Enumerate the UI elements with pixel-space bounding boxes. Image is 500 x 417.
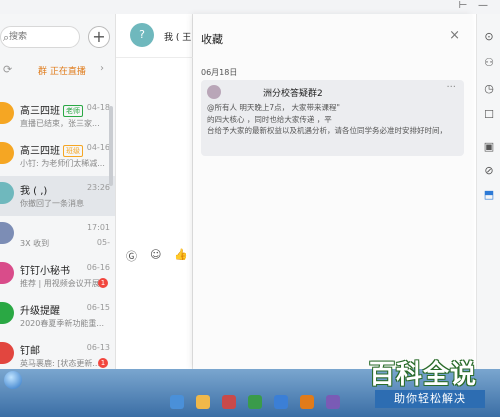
chat-name: 钉邮 (20, 342, 40, 357)
chat-avatar (0, 222, 14, 244)
logo-title: 百科全说 (369, 360, 478, 390)
chat-name: 我 ( ,) (20, 182, 47, 197)
chat-avatar[interactable]: ? (130, 23, 154, 47)
chat-list-item[interactable]: 17:01 05- 3X 收到 (0, 216, 115, 256)
close-icon[interactable]: × (449, 28, 460, 43)
message-line: @所有人 明天晚上7点， 大家带来课程" (207, 103, 340, 112)
refresh-icon: ⟳ (3, 63, 13, 76)
app-icon[interactable] (326, 395, 340, 409)
role-tag: 班级 (63, 145, 83, 157)
chat-preview: 推荐 | 用视频会议开展... (20, 279, 106, 288)
favorites-panel: 收藏 × 06月18日 洲分校答疑群2 ··· @所有人 明天晚上7点， 大家带… (193, 14, 472, 369)
window-title-bar: ⊢ — (0, 0, 500, 14)
chat-name: 钉钉小秘书 (20, 262, 70, 277)
minimize-button[interactable]: — (476, 0, 490, 14)
chat-list-item[interactable]: 升级提醒 06-15 2020春夏季新功能重... (0, 296, 115, 336)
chat-avatar (0, 342, 14, 364)
chat-name-text: 高三四班 (20, 106, 60, 117)
chat-preview: 小钉: 为老师们太稀减... (20, 159, 105, 168)
favorite-group-name: 洲分校答疑群2 (263, 89, 323, 99)
message-line: 的四大核心 ，同时也给大家传递 ，平 (207, 114, 332, 124)
chat-name: 高三四班 班级 (20, 142, 83, 157)
chat-list-item[interactable]: 高三四班 班级 04-16 小钉: 为老师们太稀减... (0, 136, 115, 176)
chat-avatar (0, 102, 14, 124)
history-icon[interactable]: ◷ (482, 82, 496, 96)
chat-name-text: 升级提醒 (20, 306, 60, 317)
chat-time: 06-16 (86, 263, 110, 272)
chat-preview: 3X 收到 (20, 239, 50, 248)
chat-header: ? 我 ( 王 (116, 14, 193, 58)
chat-time: 06-13 (86, 343, 110, 352)
chat-time: 04-18 (86, 103, 110, 112)
thumbs-up-icon[interactable]: 👍 (174, 248, 188, 261)
chat-preview: 2020春夏季新功能重... (20, 319, 104, 328)
watermark-logo: 百科全说 助你轻松解决 (357, 354, 497, 412)
chat-preview: 英马裹鹿: [状态更新... (20, 359, 100, 368)
link-icon[interactable]: ⊘ (482, 164, 496, 178)
pin-window-icon[interactable]: ⊢ (456, 0, 470, 14)
folder-icon[interactable] (196, 395, 210, 409)
chat-time: 06-15 (86, 303, 110, 312)
favorite-date: 06月18日 (201, 68, 238, 77)
chat-avatar (0, 142, 14, 164)
right-toolbar: ⊙ ⚇ ◷ ☐ ▣ ⊘ ⬒ (476, 14, 500, 369)
chat-name-text: 钉邮 (20, 346, 40, 357)
favorites-icon[interactable]: ⬒ (482, 188, 496, 202)
scrollbar-thumb[interactable] (109, 106, 113, 186)
start-button[interactable] (4, 371, 22, 389)
chat-preview: 直播已结束，张三家... (20, 119, 100, 128)
chat-time: 23:26 (86, 183, 110, 192)
search-box[interactable]: ⌕ (0, 26, 80, 48)
chevron-right-icon: › (100, 63, 104, 74)
sender-avatar (207, 85, 221, 99)
conversation-sidebar: ⌕ + ⟳ 群 正在直播 › 高三四班老师04-18直播已结束，张三家...高三… (0, 14, 116, 369)
more-icon[interactable]: ··· (446, 82, 456, 93)
chat-list-item[interactable]: 钉邮 06-13 英马裹鹿: [状态更新... 1 (0, 336, 115, 369)
chat-avatar (0, 302, 14, 324)
chat-time-secondary: 05- (96, 238, 110, 247)
image-icon[interactable]: ▣ (482, 140, 496, 154)
more-options-icon[interactable]: ⊙ (482, 30, 496, 44)
add-member-icon[interactable]: ⚇ (482, 56, 496, 70)
chat-title: 我 ( 王 (164, 33, 192, 43)
message-line: 台给予大家的最新权益以及机遇分析，请各位同学务必准时安排好时间， (207, 126, 447, 135)
chat-preview: 你撤回了一条消息 (20, 199, 84, 208)
chat-name: 升级提醒 (20, 302, 60, 317)
chat-time: 17:01 (86, 223, 110, 232)
emoji-icon[interactable]: ☺ (150, 248, 161, 261)
favorite-message-text: @所有人 明天晚上7点， 大家带来课程" 的四大核心 ，同时也给大家传递 ，平 … (207, 102, 459, 137)
app-icon[interactable] (300, 395, 314, 409)
app-window: ⊢ — ⌕ + ⟳ 群 正在直播 › 高三四班老师04-18直播已结束，张三家.… (0, 0, 500, 417)
unread-badge: 1 (98, 358, 108, 368)
chat-list-item[interactable]: 我 ( ,) 23:26 你撤回了一条消息 (0, 176, 115, 216)
gif-icon[interactable]: Ⓖ (126, 248, 137, 264)
chat-name: 高三四班 老师 (20, 102, 83, 117)
chat-name-text: 我 ( ,) (20, 186, 48, 197)
chat-list-item[interactable]: 钉钉小秘书 06-16 推荐 | 用视频会议开展... 1 (0, 256, 115, 296)
live-banner[interactable]: ⟳ 群 正在直播 › (0, 60, 115, 80)
add-button[interactable]: + (88, 26, 110, 48)
search-input[interactable] (9, 30, 75, 44)
unread-badge: 1 (98, 278, 108, 288)
browser-icon[interactable] (170, 395, 184, 409)
media-icon[interactable] (222, 395, 236, 409)
chat-panel: ? 我 ( 王 Ⓖ ☺ 👍 (116, 14, 193, 369)
file-icon[interactable]: ☐ (482, 108, 496, 122)
chat-name-text: 高三四班 (20, 146, 60, 157)
dingtalk-icon[interactable] (274, 395, 288, 409)
logo-subtitle: 助你轻松解决 (375, 390, 485, 408)
chat-avatar (0, 262, 14, 284)
favorite-item[interactable]: 洲分校答疑群2 ··· @所有人 明天晚上7点， 大家带来课程" 的四大核心 ，… (201, 80, 464, 156)
chat-name-text: 钉钉小秘书 (20, 266, 70, 277)
role-tag: 老师 (63, 105, 83, 117)
chat-list-item[interactable]: 高三四班 老师 04-18 直播已结束，张三家... (0, 96, 115, 136)
chat-avatar (0, 182, 14, 204)
chat-time: 04-16 (86, 143, 110, 152)
live-status-text: 群 正在直播 (38, 67, 86, 77)
app-icon[interactable] (248, 395, 262, 409)
favorites-title: 收藏 (201, 33, 223, 46)
